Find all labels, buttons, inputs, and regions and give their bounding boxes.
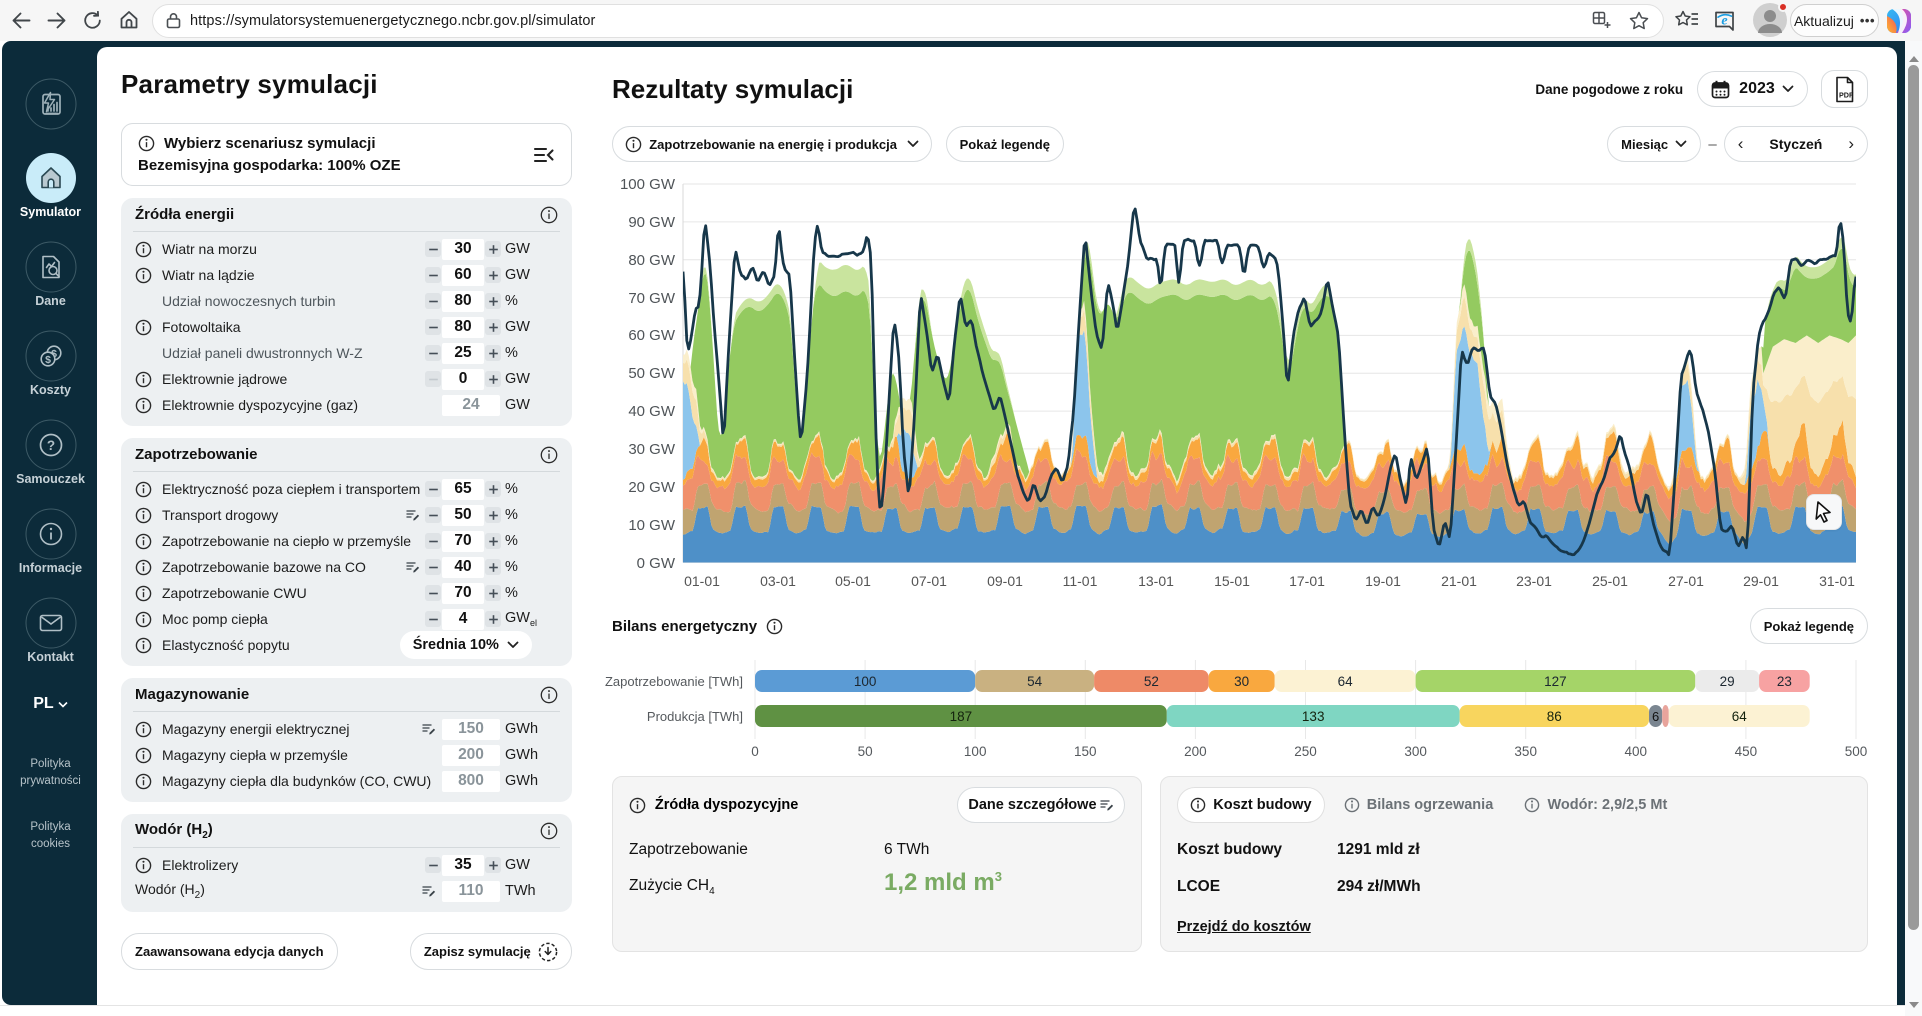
svg-text:07-01: 07-01 <box>911 573 947 589</box>
svg-text:40 GW: 40 GW <box>628 403 676 420</box>
svg-text:60 GW: 60 GW <box>628 327 676 344</box>
svg-text:6: 6 <box>1652 709 1659 724</box>
svg-text:0: 0 <box>751 744 759 759</box>
svg-text:29: 29 <box>1720 674 1735 689</box>
svg-text:Produkcja [TWh]: Produkcja [TWh] <box>647 709 743 724</box>
svg-text:10 GW: 10 GW <box>628 517 676 534</box>
svg-text:03-01: 03-01 <box>760 573 796 589</box>
svg-text:01-01: 01-01 <box>684 573 720 589</box>
svg-text:31-01: 31-01 <box>1819 573 1855 589</box>
svg-text:300: 300 <box>1404 744 1427 759</box>
svg-text:23: 23 <box>1777 674 1792 689</box>
svg-text:21-01: 21-01 <box>1441 573 1477 589</box>
svg-text:400: 400 <box>1625 744 1648 759</box>
svg-text:450: 450 <box>1735 744 1758 759</box>
svg-text:$: $ <box>45 354 51 366</box>
svg-text:64: 64 <box>1732 709 1748 724</box>
svg-text:100: 100 <box>964 744 987 759</box>
svg-text:23-01: 23-01 <box>1516 573 1552 589</box>
svg-text:?: ? <box>46 438 54 453</box>
svg-text:80 GW: 80 GW <box>628 252 676 269</box>
svg-text:29-01: 29-01 <box>1743 573 1779 589</box>
svg-text:100: 100 <box>854 674 877 689</box>
svg-text:30: 30 <box>1234 674 1249 689</box>
svg-text:19-01: 19-01 <box>1365 573 1401 589</box>
svg-text:500: 500 <box>1845 744 1868 759</box>
svg-text:30 GW: 30 GW <box>628 441 676 458</box>
svg-text:09-01: 09-01 <box>987 573 1023 589</box>
svg-text:15-01: 15-01 <box>1214 573 1250 589</box>
svg-text:17-01: 17-01 <box>1289 573 1325 589</box>
svg-text:05-01: 05-01 <box>835 573 871 589</box>
svg-text:86: 86 <box>1547 709 1562 724</box>
svg-text:50: 50 <box>858 744 873 759</box>
svg-text:Zapotrzebowanie [TWh]: Zapotrzebowanie [TWh] <box>605 674 743 689</box>
svg-text:52: 52 <box>1144 674 1159 689</box>
svg-text:20 GW: 20 GW <box>628 479 676 496</box>
svg-text:PDF: PDF <box>1839 90 1854 99</box>
svg-text:50 GW: 50 GW <box>628 365 676 382</box>
svg-text:150: 150 <box>1074 744 1097 759</box>
svg-text:54: 54 <box>1027 674 1043 689</box>
svg-text:100 GW: 100 GW <box>620 176 676 193</box>
svg-text:133: 133 <box>1302 709 1325 724</box>
svg-text:187: 187 <box>950 709 973 724</box>
svg-text:13-01: 13-01 <box>1138 573 1174 589</box>
svg-text:25-01: 25-01 <box>1592 573 1628 589</box>
svg-text:27-01: 27-01 <box>1668 573 1704 589</box>
svg-text:11-01: 11-01 <box>1063 573 1098 589</box>
svg-text:90 GW: 90 GW <box>628 214 676 231</box>
svg-text:70 GW: 70 GW <box>628 290 676 307</box>
svg-text:350: 350 <box>1514 744 1537 759</box>
svg-text:127: 127 <box>1544 674 1567 689</box>
svg-text:200: 200 <box>1184 744 1207 759</box>
svg-text:250: 250 <box>1294 744 1317 759</box>
svg-text:0 GW: 0 GW <box>637 555 676 572</box>
svg-text:64: 64 <box>1338 674 1354 689</box>
